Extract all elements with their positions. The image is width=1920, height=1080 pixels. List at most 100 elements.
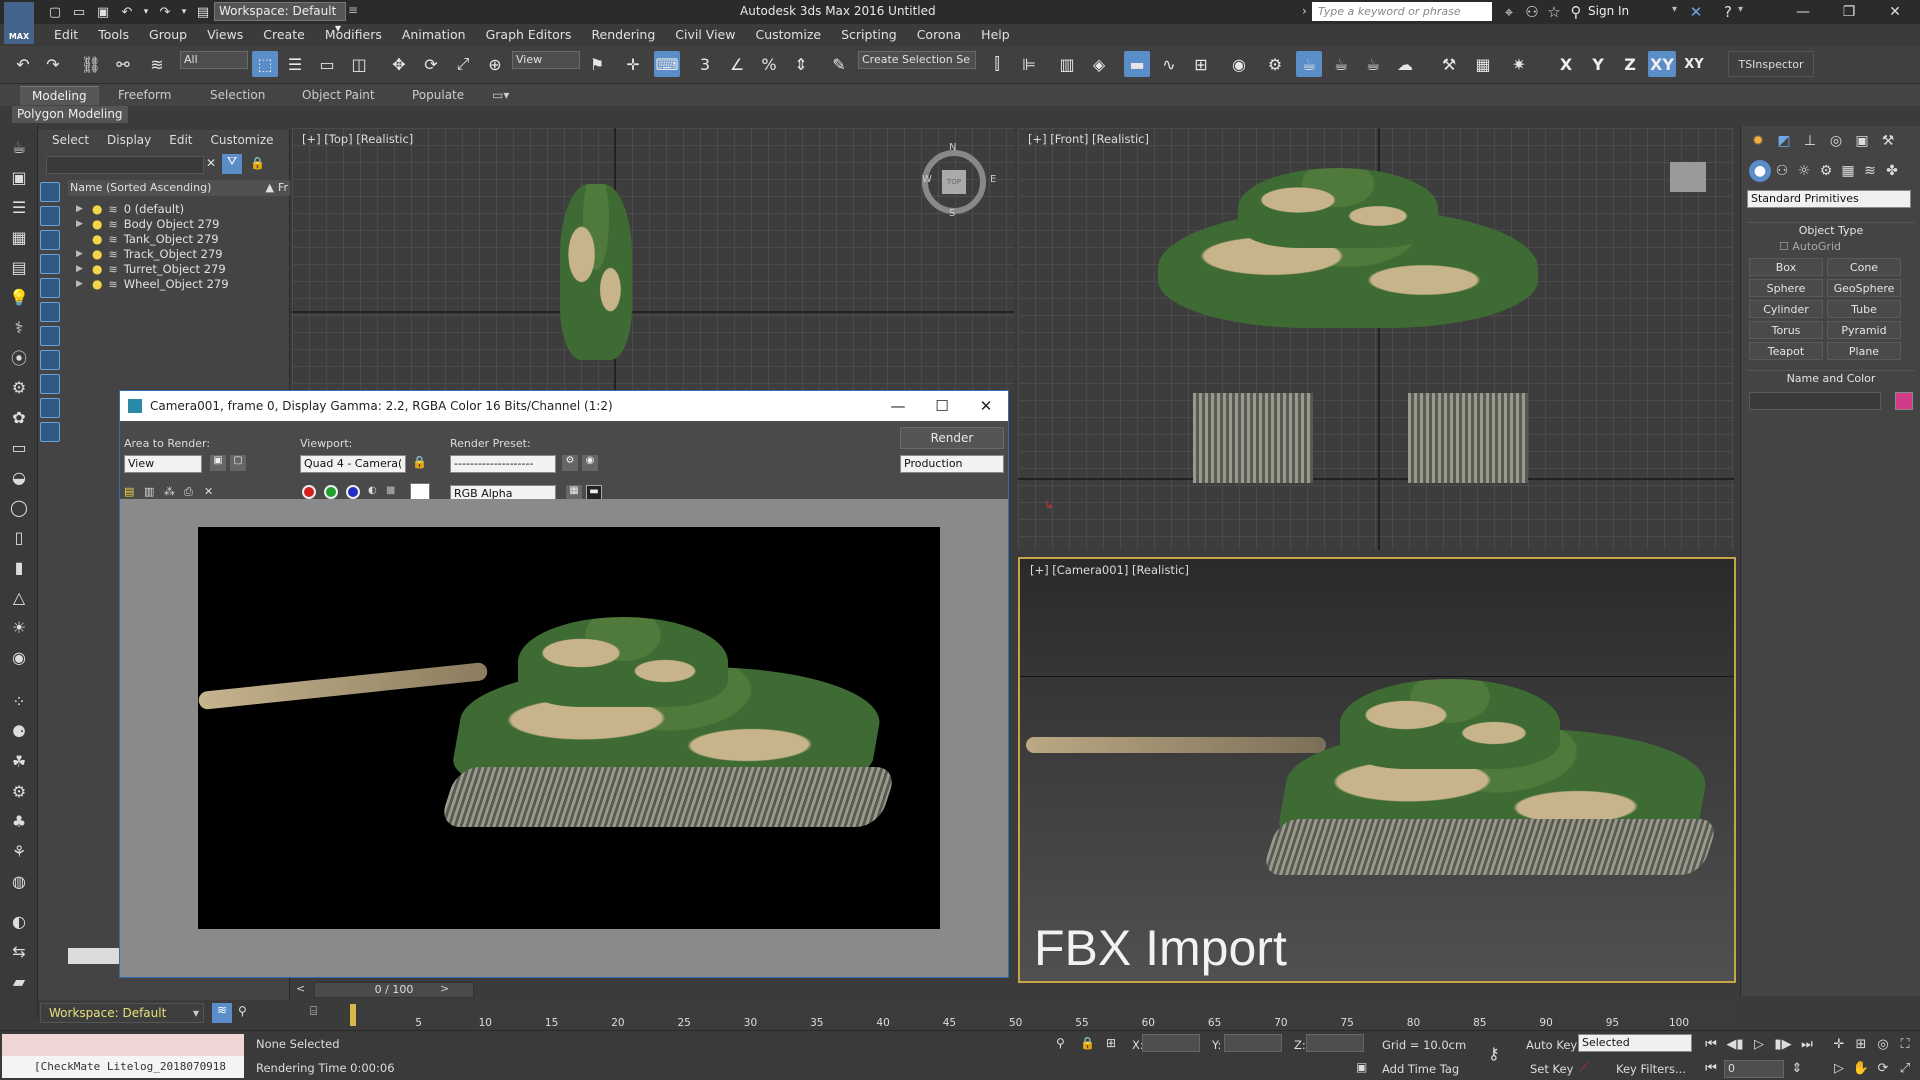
- expand-arrow-icon[interactable]: ▶: [76, 219, 86, 229]
- display-geometry-icon[interactable]: [40, 182, 60, 202]
- light-bulb-icon[interactable]: ●: [92, 232, 102, 246]
- clear-filter-icon[interactable]: ✕: [206, 156, 216, 170]
- keyboard-shortcut-override-icon[interactable]: ⌨: [654, 51, 680, 77]
- expand-arrow-icon[interactable]: ▶: [76, 249, 86, 259]
- axis-xy-cycle-button[interactable]: XY: [1680, 51, 1708, 77]
- render-in-cloud-icon[interactable]: ☁: [1392, 51, 1418, 77]
- corona-tool-icon[interactable]: ⚒: [1436, 51, 1462, 77]
- expand-arrow-icon[interactable]: ▶: [76, 279, 86, 289]
- pyramid-button[interactable]: Pyramid: [1827, 321, 1901, 339]
- menu-edit[interactable]: Edit: [44, 24, 88, 46]
- light-bulb-icon[interactable]: ●: [92, 202, 102, 216]
- help-icon[interactable]: ?: [1716, 0, 1740, 24]
- go-to-start-icon[interactable]: ⏮: [1700, 1034, 1722, 1054]
- menu-modifiers[interactable]: Modifiers: [315, 24, 392, 46]
- layer-explorer-icon[interactable]: ◈: [1086, 51, 1112, 77]
- viewport-camera[interactable]: [+] [Camera001] [Realistic] FBX Import: [1018, 557, 1736, 983]
- space-warps-icon[interactable]: ≋: [1859, 160, 1881, 182]
- snaps-toggle-icon[interactable]: 3: [692, 51, 718, 77]
- align-icon[interactable]: ⊫: [1016, 51, 1042, 77]
- redo-toolbar-icon[interactable]: ↷: [40, 51, 66, 77]
- object-color-swatch[interactable]: [1895, 392, 1913, 410]
- viewport-front[interactable]: [+] [Front] [Realistic] ↳: [1018, 128, 1734, 550]
- motion-tab-icon[interactable]: ◎: [1825, 130, 1847, 152]
- display-lights-icon[interactable]: [40, 230, 60, 250]
- zoom-all-icon[interactable]: ⊞: [1850, 1034, 1872, 1054]
- y-coord-field[interactable]: [1224, 1034, 1282, 1052]
- isolate-selection-icon[interactable]: ⚲: [1056, 1036, 1065, 1050]
- select-object-icon[interactable]: ⬚: [252, 51, 278, 77]
- box-button[interactable]: Box: [1749, 258, 1823, 276]
- light-bulb-icon[interactable]: ●: [92, 262, 102, 276]
- sphere-icon[interactable]: ◯: [6, 494, 32, 520]
- plane-button[interactable]: Plane: [1827, 342, 1901, 360]
- corona-vfb-icon[interactable]: ▦: [1470, 51, 1496, 77]
- viewport-top[interactable]: [+] [Top] [Realistic] TOP N S E W: [292, 128, 1014, 390]
- search-arrow-icon[interactable]: ›: [1302, 4, 1307, 18]
- tab-freeform[interactable]: Freeform: [106, 86, 183, 105]
- menu-rendering[interactable]: Rendering: [581, 24, 665, 46]
- hierarchy-icon[interactable]: ⚲: [238, 1004, 247, 1018]
- tab-selection[interactable]: Selection: [198, 86, 277, 105]
- object-name-field[interactable]: [1749, 392, 1881, 410]
- key-icon[interactable]: ⚷: [1488, 1044, 1500, 1063]
- project-folder-icon[interactable]: ▤: [192, 1, 214, 23]
- render-preset-dropdown[interactable]: --------------------: [450, 455, 556, 473]
- viewport-label[interactable]: [+] [Front] [Realistic]: [1028, 132, 1149, 146]
- green-channel-icon[interactable]: [324, 485, 338, 499]
- menu-group[interactable]: Group: [139, 24, 197, 46]
- ribbon-options-icon[interactable]: ▭▾: [480, 86, 521, 105]
- print-icon[interactable]: ⎙: [184, 485, 193, 499]
- menu-tools[interactable]: Tools: [88, 24, 139, 46]
- undo-toolbar-icon[interactable]: ↶: [10, 51, 36, 77]
- open-file-icon[interactable]: ▭: [68, 1, 90, 23]
- table-icon[interactable]: ▤: [6, 254, 32, 280]
- clone-frame-icon[interactable]: ⁂: [164, 485, 175, 498]
- helpers-icon[interactable]: ▦: [1837, 160, 1859, 182]
- axis-y-button[interactable]: Y: [1584, 51, 1612, 77]
- teapot-icon[interactable]: ☕: [6, 134, 32, 160]
- hair-icon[interactable]: ⚘: [6, 838, 32, 864]
- render-close-button[interactable]: ✕: [964, 391, 1008, 421]
- close-button[interactable]: ✕: [1872, 0, 1918, 24]
- absolute-mode-icon[interactable]: ⊞: [1106, 1036, 1116, 1050]
- favorites-star-icon[interactable]: ☆: [1542, 0, 1566, 24]
- set-key-button[interactable]: Set Key: [1530, 1062, 1573, 1076]
- time-tag-icon[interactable]: ▣: [1356, 1060, 1367, 1074]
- maximize-viewport-icon[interactable]: ⤢: [1894, 1058, 1916, 1078]
- orbit-camera-icon[interactable]: ⟳: [1872, 1058, 1894, 1078]
- render-iterative-icon[interactable]: ☕: [1360, 51, 1386, 77]
- selection-lock-icon[interactable]: 🔒: [1080, 1036, 1095, 1050]
- create-tab-icon[interactable]: ✹: [1747, 130, 1769, 152]
- time-next-arrow-icon[interactable]: >: [440, 982, 454, 998]
- tank-front-track-right[interactable]: [1408, 393, 1528, 483]
- expand-arrow-icon[interactable]: ▶: [76, 204, 86, 214]
- render-maximize-button[interactable]: ☐: [920, 391, 964, 421]
- copy-image-icon[interactable]: ▥: [144, 485, 154, 498]
- cone-icon[interactable]: △: [6, 584, 32, 610]
- box-icon[interactable]: ▭: [6, 434, 32, 460]
- monochrome-icon[interactable]: ■: [386, 485, 395, 496]
- scripts-icon[interactable]: ✿: [6, 404, 32, 430]
- tab-populate[interactable]: Populate: [400, 86, 476, 105]
- bind-space-warp-icon[interactable]: ≋: [144, 51, 170, 77]
- viewport-label[interactable]: [+] [Camera001] [Realistic]: [1030, 563, 1189, 577]
- polygon-modeling-panel[interactable]: Polygon Modeling: [12, 106, 128, 123]
- autogrid-checkbox[interactable]: ☐ AutoGrid: [1779, 240, 1841, 253]
- lock-icon[interactable]: 🔒: [250, 156, 265, 170]
- scale-icon[interactable]: ⤢: [450, 51, 476, 77]
- axis-z-button[interactable]: Z: [1616, 51, 1644, 77]
- light-bulb-icon[interactable]: 💡: [6, 284, 32, 310]
- current-frame-field[interactable]: 0: [1724, 1060, 1784, 1078]
- menu-scripting[interactable]: Scripting: [831, 24, 907, 46]
- list-icon[interactable]: ☰: [6, 194, 32, 220]
- time-prev-arrow-icon[interactable]: <: [296, 982, 310, 998]
- rendered-frame-window-icon[interactable]: ☕: [1296, 51, 1322, 77]
- save-file-icon[interactable]: ▣: [92, 1, 114, 23]
- explorer-column-header[interactable]: Name (Sorted Ascending) ▲ Fr: [68, 180, 290, 196]
- light-bulb-icon[interactable]: ●: [92, 217, 102, 231]
- tank-gun-barrel[interactable]: [1026, 737, 1326, 753]
- sphere-button[interactable]: Sphere: [1749, 279, 1823, 297]
- key-filters-button[interactable]: Key Filters...: [1616, 1062, 1686, 1076]
- redo-icon[interactable]: ↷: [154, 1, 176, 23]
